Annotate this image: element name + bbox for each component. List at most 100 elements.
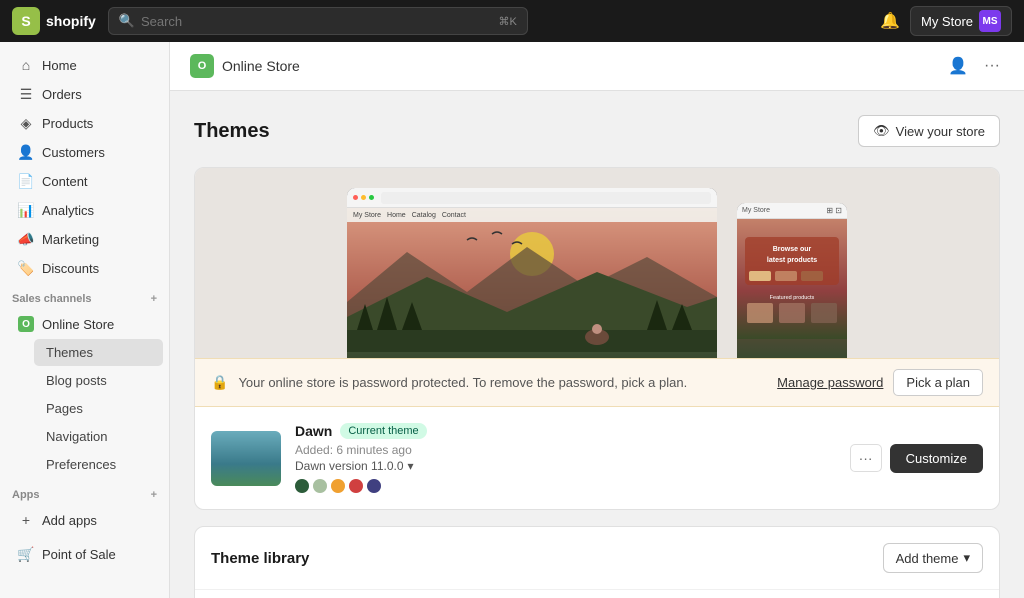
search-bar[interactable]: 🔍 ⌘K [108,7,528,35]
theme-color-swatches [295,479,836,493]
topnav: S shopify 🔍 ⌘K 🔔 My Store MS [0,0,1024,42]
theme-library-header: Theme library Add theme ▾ [195,527,999,590]
sidebar-item-blog-posts[interactable]: Blog posts [34,367,163,394]
orders-icon: ☰ [18,86,34,102]
breadcrumb-title: Online Store [222,58,300,74]
lock-icon: 🔒 [211,374,228,391]
sidebar-item-pos[interactable]: 🛒 Point of Sale [6,540,163,568]
svg-text:Featured products: Featured products [770,295,815,301]
landscape-svg [347,222,717,352]
shopify-logo-icon: S [12,7,40,35]
theme-library-card: Theme library Add theme ▾ Try out new th… [194,526,1000,598]
pos-icon: 🛒 [18,546,34,562]
store-avatar: MS [979,10,1001,32]
content-header: O Online Store 👤 ··· [170,42,1024,91]
desktop-device: My Store Home Catalog Contact [347,188,717,358]
account-icon-button[interactable]: 👤 [944,52,972,80]
theme-added: Added: 6 minutes ago [295,443,836,457]
svg-text:latest products: latest products [767,257,817,264]
topnav-right: 🔔 My Store MS [880,6,1012,36]
sidebar-item-label: Add apps [42,513,97,528]
desktop-topbar: My Store Home Catalog Contact [347,208,717,222]
sidebar-item-add-apps[interactable]: + Add apps [6,506,163,534]
theme-name-row: Dawn Current theme [295,423,836,439]
theme-name: Dawn [295,423,332,439]
swatch-5 [367,479,381,493]
search-icon: 🔍 [119,13,135,29]
online-store-icon: O [18,316,34,332]
logo[interactable]: S shopify [12,7,96,35]
main-layout: ⌂ Home ☰ Orders ◈ Products 👤 Customers 📄… [0,42,1024,598]
sidebar-item-label: Products [42,116,93,131]
sidebar-item-pages[interactable]: Pages [34,395,163,422]
theme-more-options-button[interactable]: ··· [850,444,882,472]
sidebar-sub: Themes Blog posts Pages Navigation Prefe… [0,339,169,478]
breadcrumb: O Online Store [190,54,300,78]
sidebar-item-marketing[interactable]: 📣 Marketing [6,225,163,253]
password-banner-text: Your online store is password protected.… [238,375,767,390]
customize-button[interactable]: Customize [890,444,983,473]
discounts-icon: 🏷️ [18,260,34,276]
sidebar-item-discounts[interactable]: 🏷️ Discounts [6,254,163,282]
sidebar-item-label: Content [42,174,88,189]
mobile-device: My Store ⊞ ⊡ [737,203,847,358]
sidebar-item-preferences[interactable]: Preferences [34,451,163,478]
sidebar-item-label: Navigation [46,429,107,444]
sidebar-item-customers[interactable]: 👤 Customers [6,138,163,166]
sidebar-item-label: Themes [46,345,93,360]
analytics-icon: 📊 [18,202,34,218]
sidebar-item-orders[interactable]: ☰ Orders [6,80,163,108]
theme-actions: ··· Customize [850,444,983,473]
logo-text: shopify [46,13,96,29]
mobile-preview-content: Browse our latest products Featured prod… [737,219,847,358]
add-apps-icon: + [18,512,34,528]
pick-plan-button[interactable]: Pick a plan [893,369,983,396]
svg-text:Browse our: Browse our [773,246,812,253]
password-banner: 🔒 Your online store is password protecte… [195,358,999,407]
content-inner: Themes 👁 View your store [170,91,1024,598]
add-theme-button[interactable]: Add theme ▾ [883,543,983,573]
mobile-chrome: My Store ⊞ ⊡ [737,203,847,219]
sidebar: ⌂ Home ☰ Orders ◈ Products 👤 Customers 📄… [0,42,170,598]
apps-label: Apps + [0,479,169,505]
sidebar-item-label: Point of Sale [42,547,116,562]
sales-channels-chevron[interactable]: + [151,293,157,305]
swatch-3 [331,479,345,493]
page-title: Themes [194,120,270,143]
sales-channels-label: Sales channels + [0,283,169,309]
sidebar-item-label: Discounts [42,261,99,276]
sidebar-item-themes[interactable]: Themes [34,339,163,366]
chrome-yellow [361,195,366,200]
view-store-button[interactable]: 👁 View your store [858,115,1000,147]
sidebar-item-content[interactable]: 📄 Content [6,167,163,195]
sidebar-item-label: Pages [46,401,83,416]
chrome-green [369,195,374,200]
chrome-red [353,195,358,200]
search-shortcut: ⌘K [498,15,516,28]
notifications-icon[interactable]: 🔔 [880,11,900,31]
sidebar-item-label: Home [42,58,77,73]
search-input[interactable] [141,14,490,29]
store-button[interactable]: My Store MS [910,6,1012,36]
swatch-4 [349,479,363,493]
theme-thumb-inner [211,431,281,486]
page-header: Themes 👁 View your store [194,115,1000,147]
customers-icon: 👤 [18,144,34,160]
sidebar-item-home[interactable]: ⌂ Home [6,51,163,79]
apps-chevron[interactable]: + [151,489,157,501]
sidebar-item-online-store[interactable]: O Online Store [6,310,163,338]
theme-preview-card: My Store Home Catalog Contact [194,167,1000,510]
sidebar-item-label: Online Store [42,317,114,332]
version-chevron-icon[interactable]: ▾ [408,459,414,473]
theme-preview-images: My Store Home Catalog Contact [195,168,999,358]
mobile-store-name: My Store [742,207,770,214]
mobile-svg: Browse our latest products Featured prod… [737,219,847,339]
sidebar-item-products[interactable]: ◈ Products [6,109,163,137]
more-options-button[interactable]: ··· [980,53,1004,79]
manage-password-button[interactable]: Manage password [777,375,883,390]
sidebar-item-analytics[interactable]: 📊 Analytics [6,196,163,224]
products-icon: ◈ [18,115,34,131]
sidebar-item-navigation[interactable]: Navigation [34,423,163,450]
sidebar-item-label: Blog posts [46,373,107,388]
sidebar-item-label: Preferences [46,457,116,472]
